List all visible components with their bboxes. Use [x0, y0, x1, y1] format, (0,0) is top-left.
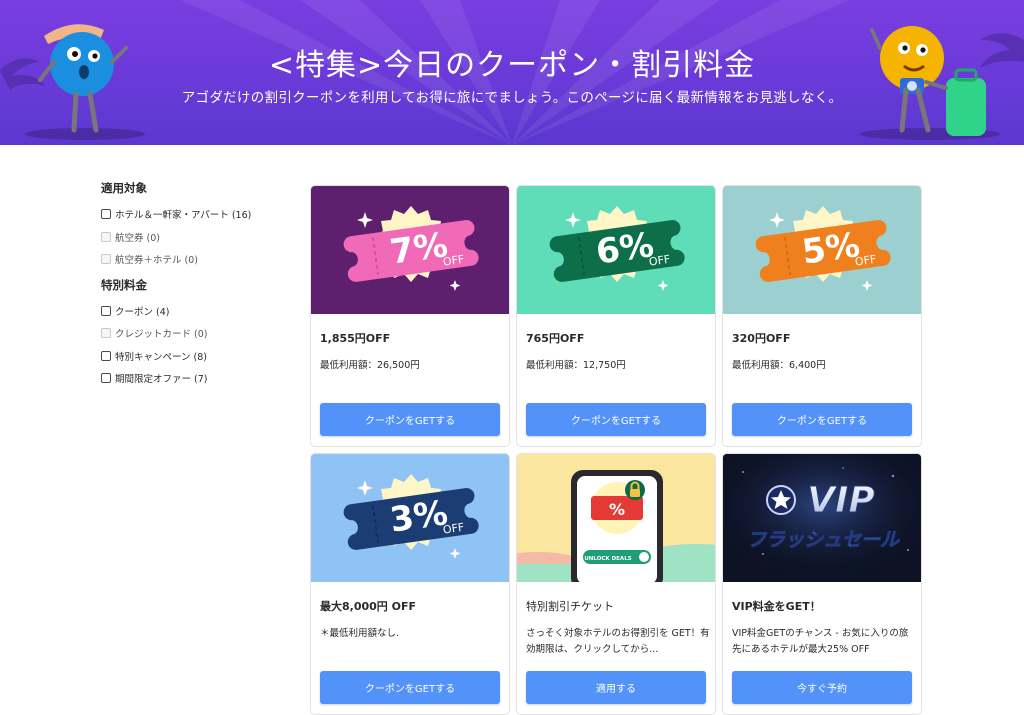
- deal-card: 5% OFF 320円OFF 最低利用額：6,400円 クーポンをGETする: [722, 185, 922, 447]
- vip-headline: VIP: [807, 480, 875, 521]
- get-coupon-button[interactable]: クーポンをGETする: [320, 671, 500, 704]
- deal-description: さっそく対象ホテルのお得割引を GET！有効期限は、クリックしてから...: [526, 628, 710, 655]
- filter-label: クレジットカード (0): [115, 329, 208, 341]
- deal-description: ＊最低利用額なし.: [320, 628, 400, 639]
- deal-title: VIP料金をGET！: [732, 600, 821, 613]
- filter-label: 航空券＋ホテル (0): [115, 255, 198, 267]
- filter-coupon[interactable]: クーポン (4): [101, 300, 291, 323]
- get-coupon-button[interactable]: クーポンをGETする: [732, 403, 912, 436]
- filter-hotel-home-apartment[interactable]: ホテル＆一軒家・アパート (16): [101, 203, 291, 226]
- coupon-percent: 5%: [800, 225, 863, 273]
- checkbox-icon: [101, 328, 111, 339]
- filter-sidebar: 適用対象 ホテル＆一軒家・アパート (16) 航空券 (0) 航空券＋ホテル (…: [101, 180, 291, 396]
- deal-description: VIP料金GETのチャンス - お気に入りの旅先にあるホテルが最大25% OFF: [732, 628, 909, 655]
- deal-title: 1,855円OFF: [320, 332, 391, 345]
- filter-label: クーポン (4): [115, 306, 170, 318]
- checkbox-icon[interactable]: [101, 305, 111, 316]
- filter-flights: 航空券 (0): [101, 226, 291, 249]
- deal-card: % UNLOCK DEALS 特別割引チケット さっそく対象ホテルのお得割引を …: [516, 453, 716, 715]
- checkbox-icon[interactable]: [101, 209, 111, 220]
- coupon-image: 6% OFF: [517, 186, 715, 314]
- vip-flash-sale-image: VIP フラッシュセール: [723, 454, 921, 582]
- filter-list-special-rates: クーポン (4) クレジットカード (0) 特別キャンペーン (8) 期間限定オ…: [101, 300, 291, 390]
- deal-card: 3% OFF 最大8,000円 OFF ＊最低利用額なし. クーポンをGETする: [310, 453, 510, 715]
- special-ticket-image: % UNLOCK DEALS: [517, 454, 715, 582]
- filter-label: 期間限定オファー (7): [115, 374, 208, 386]
- deal-title: 765円OFF: [526, 332, 585, 345]
- get-coupon-button[interactable]: クーポンをGETする: [526, 403, 706, 436]
- apply-button[interactable]: 適用する: [526, 671, 706, 704]
- coupon-image: 5% OFF: [723, 186, 921, 314]
- filter-heading-special-rates: 特別料金: [101, 277, 147, 292]
- star-icon: [766, 485, 796, 515]
- page-subtitle: アゴダだけの割引クーポンを利用してお得に旅にでましょう。このページに届く最新情報…: [181, 90, 843, 106]
- checkbox-icon: [101, 254, 111, 265]
- hero-banner: <特集>今日のクーポン・割引料金 アゴダだけの割引クーポンを利用してお得に旅にで…: [0, 0, 1024, 145]
- unlock-deals-label: UNLOCK DEALS: [584, 556, 631, 562]
- coupon-percent: 3%: [388, 493, 451, 541]
- checkbox-icon: [101, 231, 111, 242]
- filter-special-campaign[interactable]: 特別キャンペーン (8): [101, 345, 291, 368]
- deal-description: 最低利用額：26,500円: [320, 360, 420, 371]
- filter-list-target: ホテル＆一軒家・アパート (16) 航空券 (0) 航空券＋ホテル (0): [101, 203, 291, 271]
- deal-title: 最大8,000円 OFF: [320, 600, 417, 613]
- coupon-image: 3% OFF: [311, 454, 509, 582]
- filter-heading-target: 適用対象: [101, 181, 147, 195]
- filter-credit-card: クレジットカード (0): [101, 322, 291, 345]
- checkbox-icon[interactable]: [101, 350, 111, 361]
- deal-title: 特別割引チケット: [526, 600, 614, 613]
- coupon-image: 7% OFF: [311, 186, 509, 314]
- deal-description: 最低利用額：12,750円: [526, 360, 626, 371]
- filter-label: 特別キャンペーン (8): [115, 351, 208, 363]
- checkbox-icon[interactable]: [101, 373, 111, 384]
- coupon-percent: 7%: [388, 225, 451, 273]
- lock-icon: [625, 480, 645, 500]
- deal-title: 320円OFF: [732, 332, 791, 345]
- coupon-percent: 6%: [594, 225, 657, 273]
- filter-label: 航空券 (0): [115, 232, 160, 244]
- phone-percent: %: [609, 500, 625, 519]
- deal-card: VIP フラッシュセール VIP料金をGET！ VIP料金GETのチャンス - …: [722, 453, 922, 715]
- deal-card: 6% OFF 765円OFF 最低利用額：12,750円 クーポンをGETする: [516, 185, 716, 447]
- deals-grid: 7% OFF 1,855円OFF 最低利用額：26,500円 クーポンをGETす…: [310, 185, 922, 715]
- get-coupon-button[interactable]: クーポンをGETする: [320, 403, 500, 436]
- page-title: <特集>今日のクーポン・割引料金: [268, 48, 756, 83]
- deal-description: 最低利用額：6,400円: [732, 360, 826, 371]
- filter-limited-time-offer[interactable]: 期間限定オファー (7): [101, 367, 291, 390]
- book-now-button[interactable]: 今すぐ予約: [732, 671, 912, 704]
- deal-card: 7% OFF 1,855円OFF 最低利用額：26,500円 クーポンをGETす…: [310, 185, 510, 447]
- filter-flights-hotel: 航空券＋ホテル (0): [101, 248, 291, 271]
- vip-subheadline: フラッシュセール: [747, 529, 900, 551]
- filter-label: ホテル＆一軒家・アパート (16): [115, 210, 252, 222]
